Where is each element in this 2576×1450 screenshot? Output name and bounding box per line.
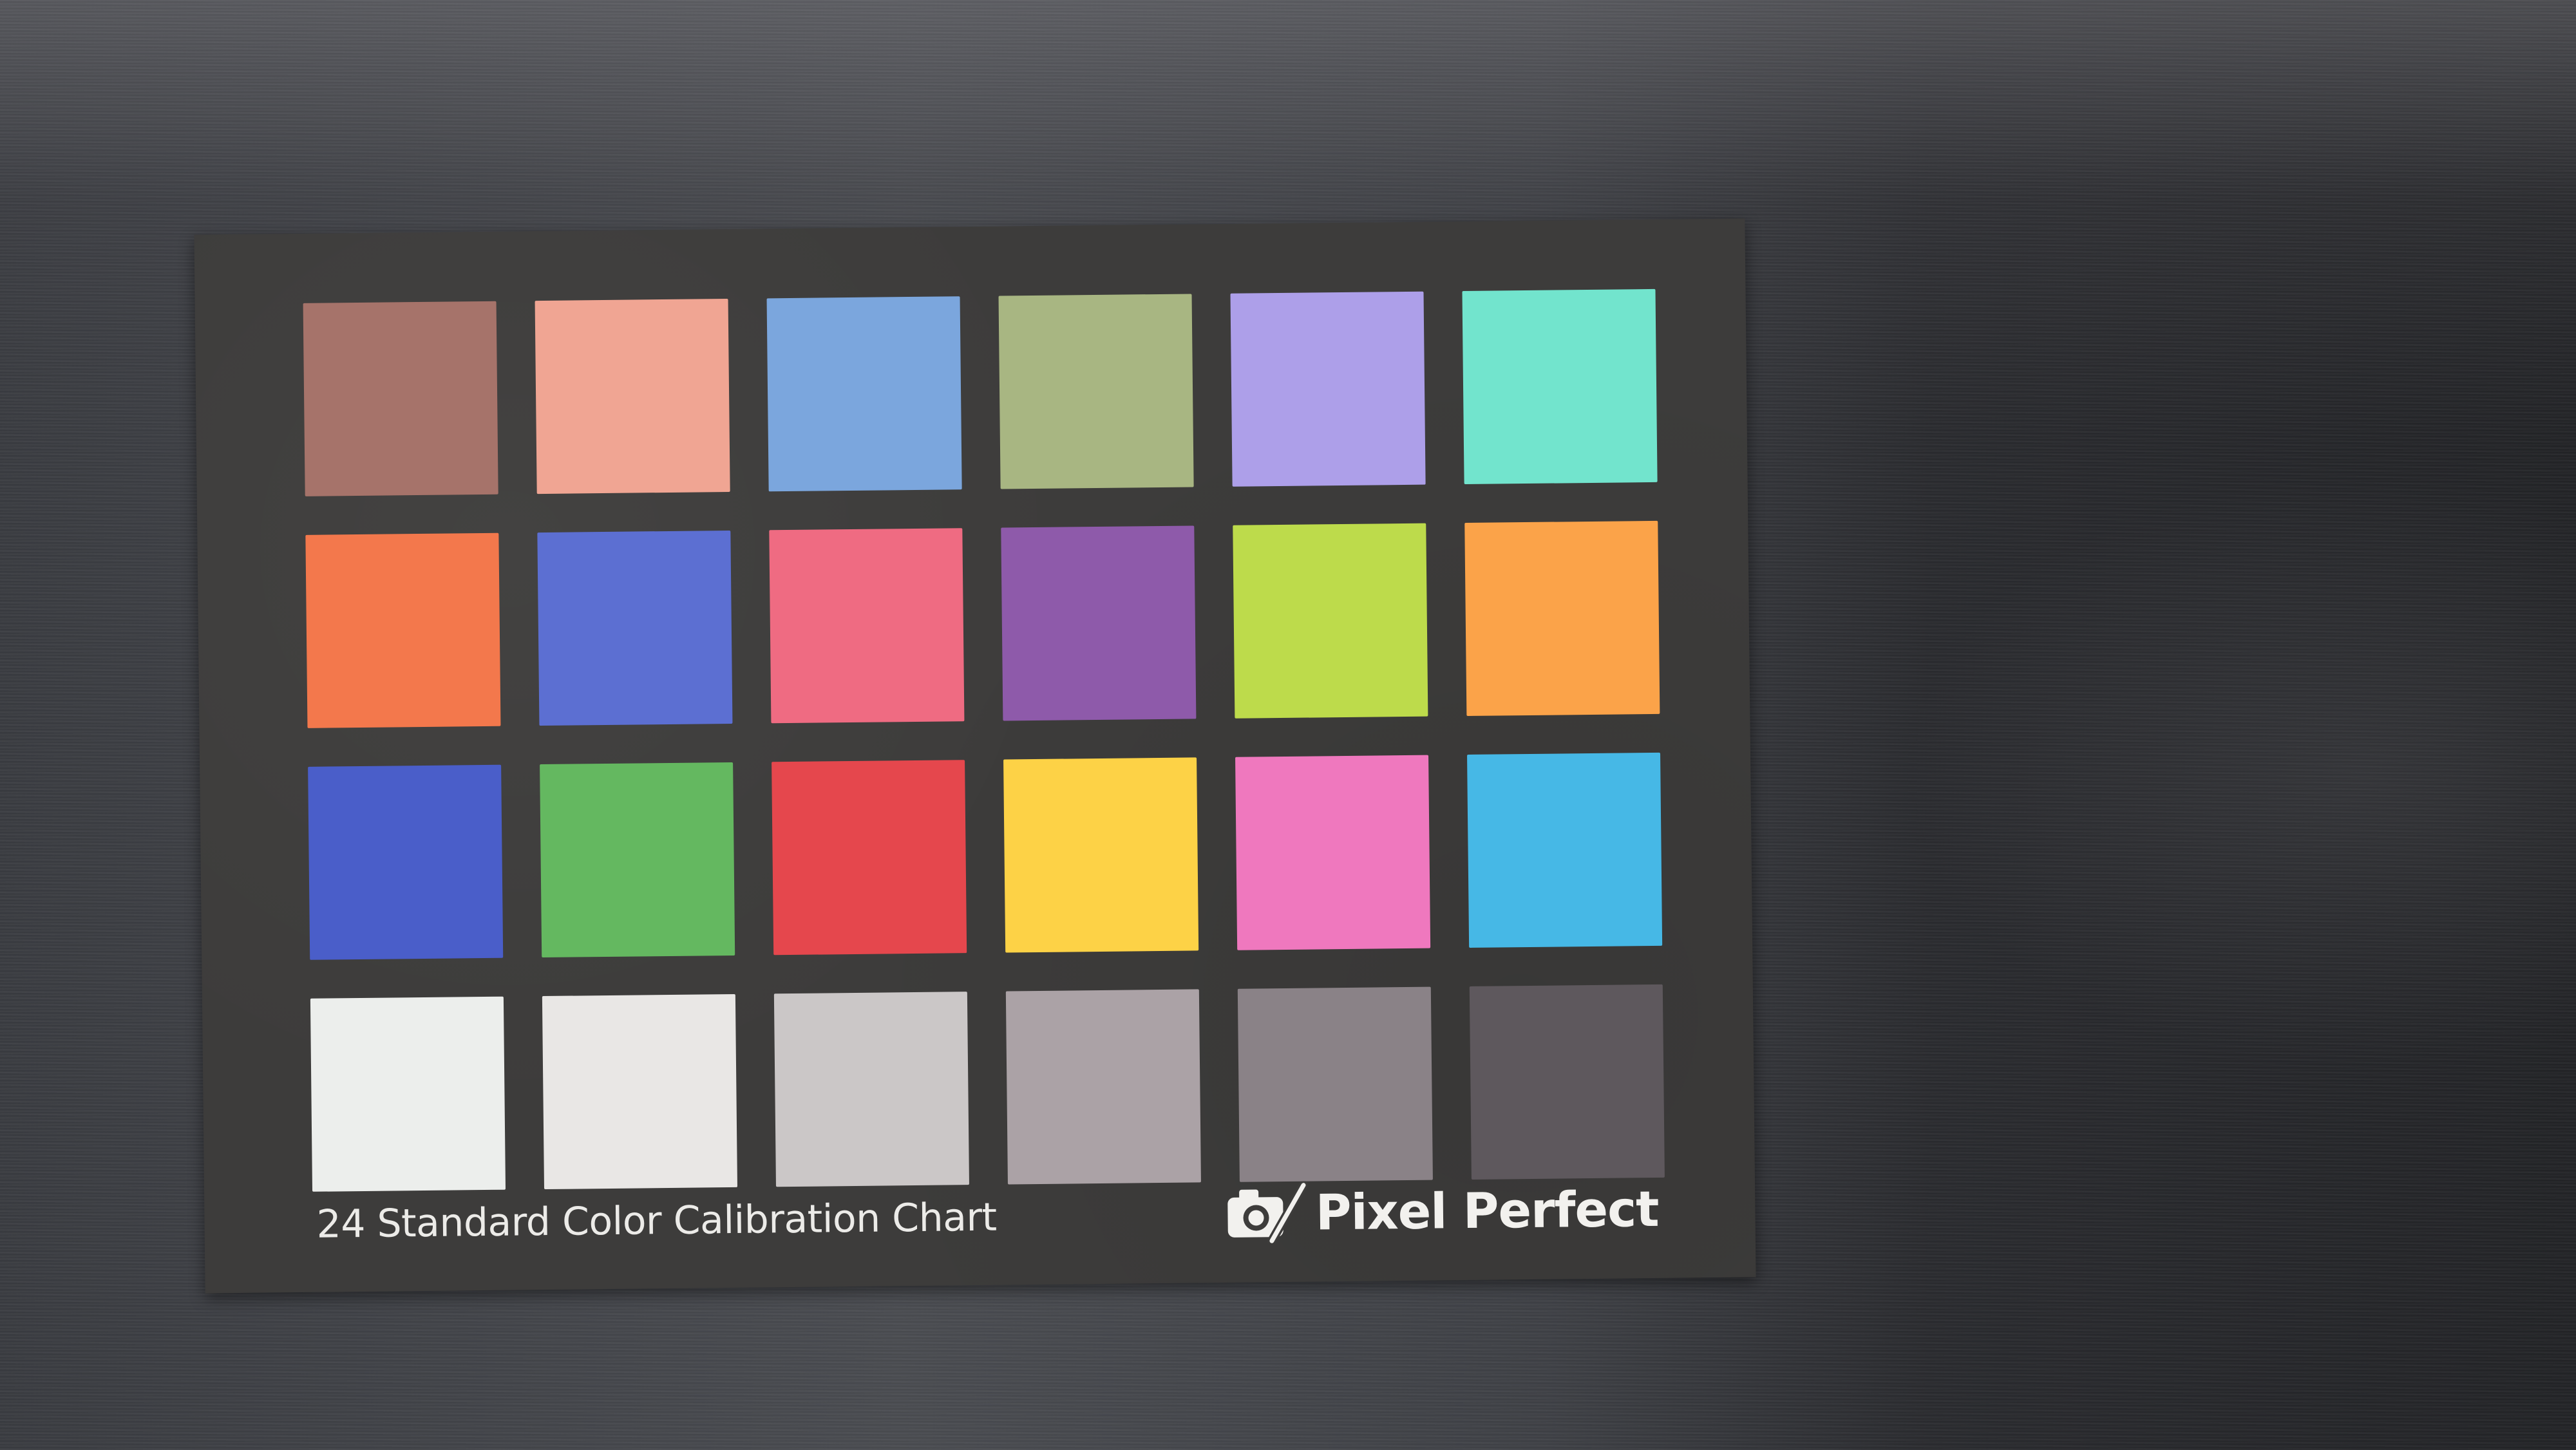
- color-swatch-r4-c6: [1469, 984, 1665, 1180]
- color-swatch-r3-c5: [1235, 755, 1431, 950]
- color-swatch-r2-c2: [537, 530, 733, 726]
- color-swatch-r1-c5: [1230, 291, 1426, 487]
- color-swatch-r3-c2: [540, 762, 735, 958]
- calibration-card: 24 Standard Color Calibration Chart Pixe…: [194, 218, 1756, 1294]
- light-reflection: [1868, 451, 2576, 1095]
- chart-caption: 24 Standard Color Calibration Chart: [316, 1194, 997, 1247]
- color-swatch-r3-c1: [308, 764, 504, 960]
- brand-logo: Pixel Perfect: [1225, 1178, 1659, 1244]
- color-swatch-r4-c3: [773, 992, 969, 1187]
- color-swatch-r2-c5: [1233, 523, 1428, 719]
- color-swatch-r1-c3: [766, 296, 962, 492]
- color-swatch-r1-c1: [303, 301, 498, 496]
- camera-slash-icon: [1227, 1181, 1309, 1244]
- color-swatch-r1-c4: [998, 294, 1194, 489]
- color-swatch-r2-c1: [305, 532, 501, 728]
- color-swatch-r2-c4: [1001, 525, 1197, 721]
- brand-name: Pixel Perfect: [1315, 1180, 1659, 1241]
- color-swatch-r1-c2: [535, 298, 730, 494]
- color-swatch-r3-c3: [772, 760, 967, 956]
- color-swatch-r4-c4: [1005, 989, 1201, 1185]
- color-swatch-r2-c3: [769, 528, 965, 724]
- color-swatch-r4-c5: [1237, 986, 1433, 1182]
- swatch-grid: [303, 288, 1665, 1192]
- color-swatch-r2-c6: [1464, 520, 1660, 717]
- color-swatch-r3-c4: [1003, 757, 1199, 953]
- color-swatch-r3-c6: [1467, 752, 1663, 948]
- color-swatch-r1-c6: [1462, 288, 1658, 485]
- color-swatch-r4-c2: [542, 993, 737, 1190]
- color-swatch-r4-c1: [310, 996, 506, 1192]
